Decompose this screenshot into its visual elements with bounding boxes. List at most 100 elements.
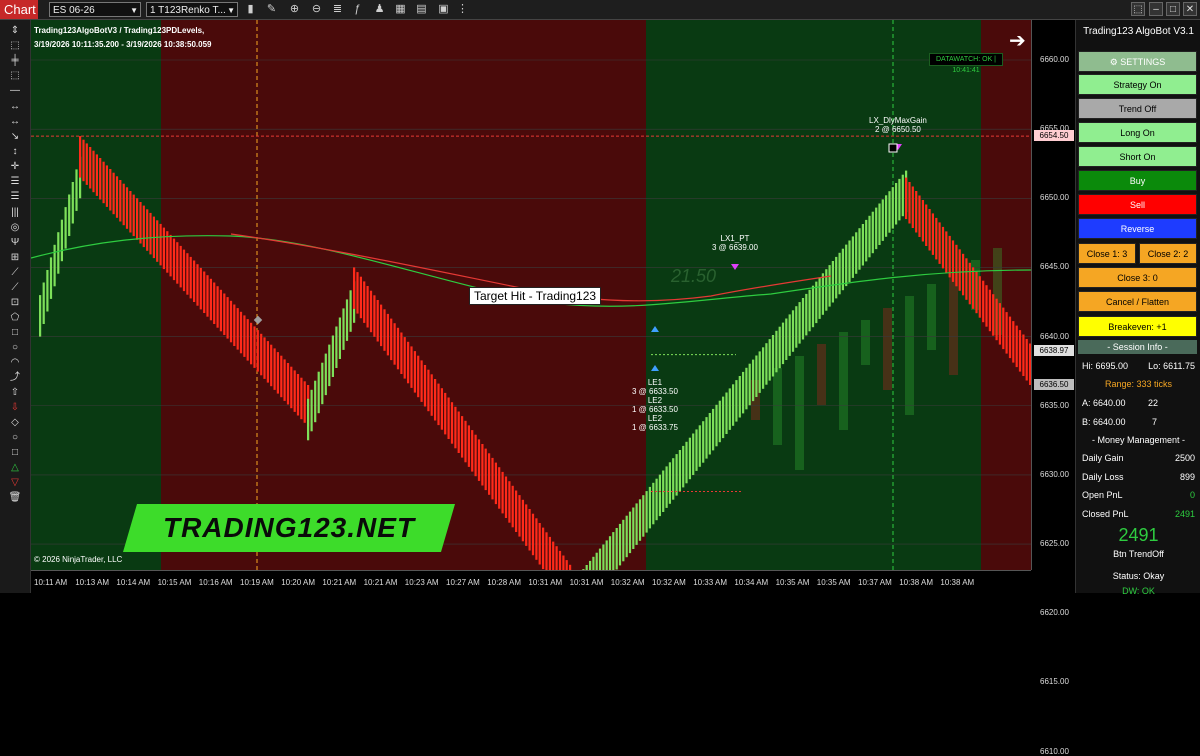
renko-down-bar [948,235,951,278]
hline-icon[interactable]: ― [7,84,23,97]
price-tag-gray: 6636.50 [1034,379,1074,390]
renko-down-bar [303,381,306,423]
dot-icon[interactable]: ○ [7,431,23,444]
pin-icon[interactable]: ⬚ [1131,2,1145,16]
settings-button[interactable]: ⚙ SETTINGS [1078,51,1197,72]
trend-channel-icon[interactable]: ⟋ [7,266,23,279]
properties-icon[interactable]: ≣ [330,2,345,17]
buy-button[interactable]: Buy [1078,170,1197,191]
triangle-up-icon[interactable]: △ [7,461,23,474]
fib-ext-icon[interactable]: ☰ [7,190,23,203]
diamond-icon[interactable]: ◇ [7,416,23,429]
arrow-up-icon[interactable]: ⇧ [7,386,23,399]
trash-icon[interactable]: 🗑 [7,491,23,504]
closed-pnl-value: 2491 [1174,509,1195,519]
renko-down-bar [905,177,908,220]
ray-icon[interactable]: ↔ [7,100,23,113]
select-icon[interactable]: ⬚ [7,39,23,52]
renko-up-bar [831,261,834,303]
close3-button[interactable]: Close 3: 0 [1078,267,1197,288]
gann-icon[interactable]: ⊞ [7,251,23,264]
arc-icon[interactable]: ◠ [7,356,23,369]
screenshot-icon[interactable]: ▣ [436,2,451,17]
line-icon[interactable]: ↘ [7,130,23,143]
path-icon[interactable]: ⤴ [7,371,23,384]
price-tag-white: 6638.97 [1034,344,1074,356]
square-icon[interactable]: □ [7,446,23,459]
renko-down-bar [562,555,565,570]
watermark-candle [795,356,804,470]
breakeven-button[interactable]: Breakeven: +1 [1078,316,1197,337]
extended-line-icon[interactable]: ↔ [7,115,23,128]
arrow-down-icon[interactable]: ⇩ [7,401,23,414]
watermark-text: 21.50 [670,266,716,286]
fib-circle-icon[interactable]: ◎ [7,221,23,234]
watermark-candle [839,332,848,430]
renko-down-bar [129,191,132,233]
ruler-icon[interactable]: ╪ [7,54,23,67]
chart-area[interactable]: 21.50 Trading123AlgoBotV3 / Trading123PD… [31,20,1031,570]
renko-down-bar [471,430,474,472]
btn-trend-status: Btn TrendOff [1113,549,1164,559]
short-on-button[interactable]: Short On [1078,146,1197,167]
polygon-icon[interactable]: ⬠ [7,311,23,324]
fib-icon[interactable]: ☰ [7,175,23,188]
cancel-flatten-button[interactable]: Cancel / Flatten [1078,291,1197,312]
fib-time-icon[interactable]: ||| [7,206,23,219]
more-icon[interactable]: ⋮ [455,2,470,17]
box-select-icon[interactable]: ⬚ [7,69,23,82]
instrument-selector[interactable]: ES 06-26 ▼ [49,2,141,17]
cursor-icon[interactable]: ⇕ [7,24,23,37]
renko-down-bar [122,183,125,226]
strategy-on-button[interactable]: Strategy On [1078,74,1197,95]
renko-down-bar [386,313,389,356]
arrow-right-icon[interactable]: ➔ [1009,28,1026,53]
close1-button[interactable]: Close 1: 3 [1078,243,1136,264]
trend-off-button[interactable]: Trend Off [1078,98,1197,119]
pitchfork-icon[interactable]: Ψ [7,236,23,249]
strategies-icon[interactable]: ♟ [372,2,387,17]
minimize-icon[interactable]: – [1149,2,1163,16]
renko-up-bar [612,532,615,570]
risk-reward-icon[interactable]: ⊡ [7,296,23,309]
a-value: 22 [1148,398,1159,408]
dw-status: DW: OK [1122,586,1155,596]
rectangle-icon[interactable]: □ [7,326,23,339]
renko-up-bar [317,371,320,414]
template-icon[interactable]: ▤ [414,2,429,17]
close2-button[interactable]: Close 2: 2 [1139,243,1197,264]
indicators-icon[interactable]: ƒ [350,2,365,17]
time-axis[interactable]: 10:11 AM 10:13 AM 10:14 AM 10:15 AM 10:16 AM… [31,570,1031,594]
zoom-out-icon[interactable]: ⊖ [309,2,324,17]
cross-icon[interactable]: ✛ [7,160,23,173]
reverse-button[interactable]: Reverse [1078,218,1197,239]
maximize-icon[interactable]: □ [1166,2,1180,16]
renko-down-bar [260,333,263,376]
annotation-detail: 2 @ 6650.50 [874,125,921,134]
price-axis[interactable]: 6660.00 6655.00 6650.00 6645.00 6640.00 6635.… [1031,20,1075,756]
renko-down-bar [982,280,985,323]
vline-icon[interactable]: ↕ [7,145,23,158]
zoom-in-icon[interactable]: ⊕ [287,2,302,17]
renko-down-bar [450,402,454,444]
ellipse-icon[interactable]: ○ [7,341,23,354]
bar-type-selector[interactable]: 1 T123Renko T... ▼ [146,2,238,17]
regression-icon[interactable]: ⟋ [7,281,23,294]
panel-title: Trading123 AlgoBot V3.1 [1083,26,1194,37]
renko-up-bar [881,199,884,241]
long-on-button[interactable]: Long On [1078,122,1197,143]
close-icon[interactable]: ✕ [1183,2,1197,16]
renko-up-bar [625,515,628,558]
sell-button[interactable]: Sell [1078,194,1197,215]
renko-up-bar [695,429,698,471]
chart-type-icon[interactable]: ▮ [243,2,258,17]
data-box-icon[interactable]: ▦ [393,2,408,17]
drawing-icon[interactable]: ✎ [264,2,279,17]
renko-down-bar [359,276,362,319]
annotation-title: LE1 [647,378,663,387]
renko-up-bar [682,445,685,488]
renko-up-bar [725,392,728,434]
chart-tab[interactable]: Chart [0,0,38,19]
triangle-down-icon[interactable]: ▽ [7,476,23,489]
session-low: Lo: 6611.75 [1148,361,1195,371]
